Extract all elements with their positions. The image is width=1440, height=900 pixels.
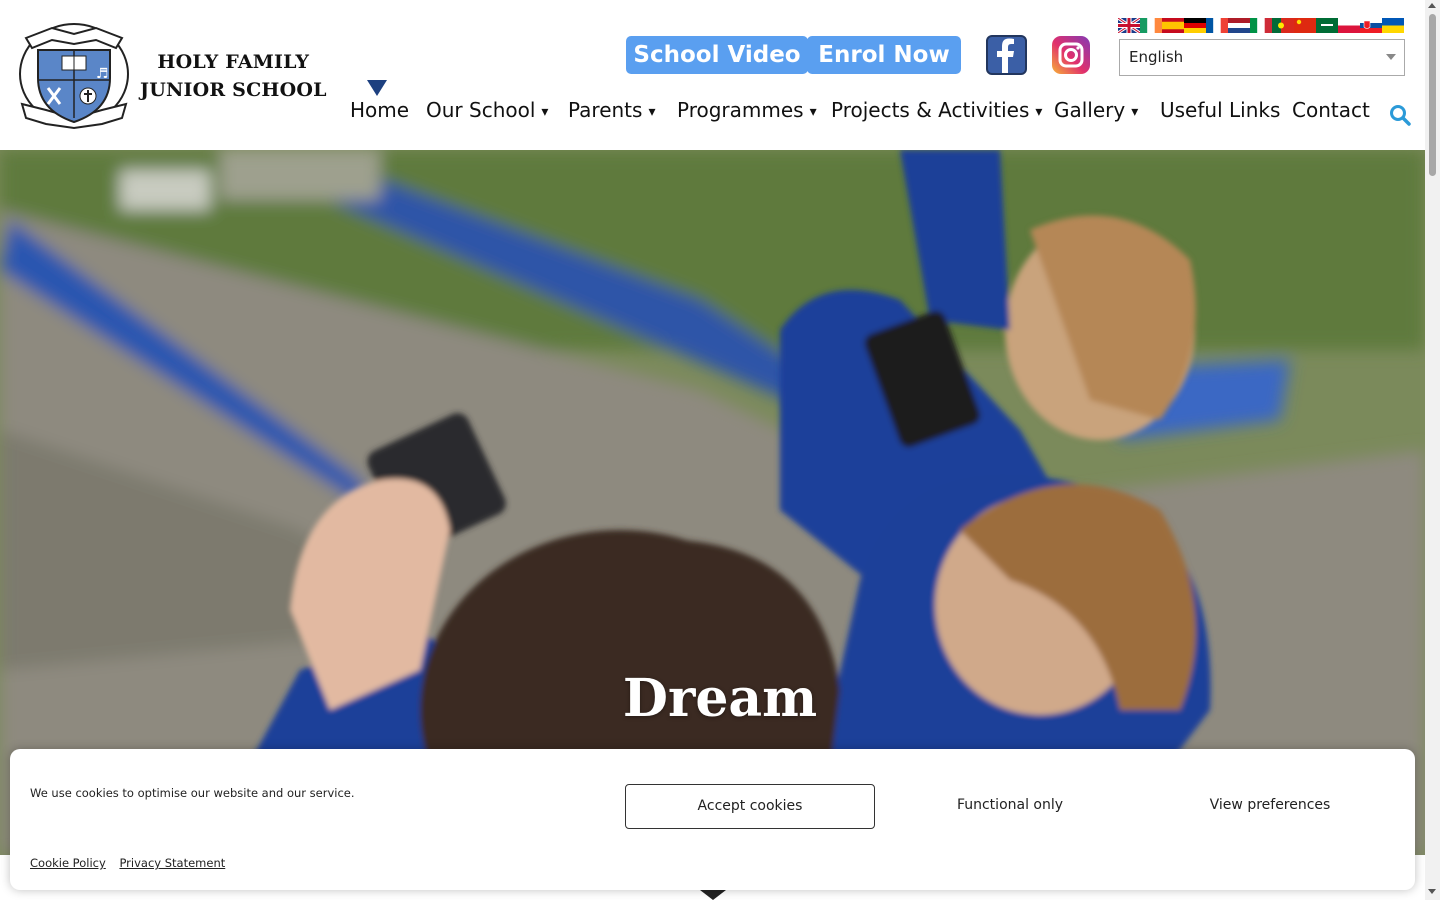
nav-gallery[interactable]: Gallery ▾ bbox=[1054, 98, 1138, 122]
cookie-links: Cookie Policy Privacy Statement bbox=[30, 856, 235, 870]
nav-parents[interactable]: Parents ▾ bbox=[568, 98, 655, 122]
language-select[interactable]: English bbox=[1119, 39, 1405, 76]
functional-only-button[interactable]: Functional only bbox=[885, 784, 1135, 829]
flag-it-icon[interactable] bbox=[1250, 18, 1272, 33]
active-page-marker-icon bbox=[367, 80, 387, 96]
flag-sk-icon[interactable] bbox=[1360, 18, 1382, 33]
scroll-up-arrow-icon[interactable] bbox=[1428, 3, 1436, 8]
school-crest-logo[interactable]: ♬ bbox=[16, 18, 132, 130]
cookie-banner: We use cookies to optimise our website a… bbox=[10, 749, 1415, 890]
facebook-icon[interactable] bbox=[986, 35, 1027, 75]
caret-down-icon: ▾ bbox=[1035, 104, 1043, 120]
flag-pt-icon[interactable] bbox=[1272, 18, 1294, 33]
nav-contact[interactable]: Contact bbox=[1292, 98, 1370, 122]
flag-en-icon[interactable] bbox=[1118, 18, 1140, 33]
flag-ar-icon[interactable] bbox=[1316, 18, 1338, 33]
nav-programmes[interactable]: Programmes ▾ bbox=[677, 98, 817, 122]
flag-de-icon[interactable] bbox=[1184, 18, 1206, 33]
view-preferences-button[interactable]: View preferences bbox=[1145, 784, 1395, 829]
privacy-statement-link[interactable]: Privacy Statement bbox=[119, 856, 225, 870]
caret-down-icon: ▾ bbox=[809, 104, 817, 120]
nav-projects-activities[interactable]: Projects & Activities ▾ bbox=[831, 98, 1042, 122]
instagram-icon[interactable] bbox=[1052, 36, 1090, 74]
school-name-line2: JUNIOR SCHOOL bbox=[140, 79, 327, 101]
nav-parents-label: Parents bbox=[568, 98, 643, 122]
search-icon[interactable] bbox=[1389, 104, 1411, 126]
flag-pl-icon[interactable] bbox=[1338, 18, 1360, 33]
nav-useful-links-label: Useful Links bbox=[1160, 98, 1281, 122]
flag-ua-icon[interactable] bbox=[1382, 18, 1404, 33]
hero-title: Dream bbox=[622, 668, 818, 729]
svg-text:♬: ♬ bbox=[96, 66, 109, 82]
nav-projects-label: Projects & Activities bbox=[831, 98, 1030, 122]
language-flags bbox=[1118, 18, 1404, 33]
nav-our-school-label: Our School bbox=[426, 98, 536, 122]
flag-fr-icon[interactable] bbox=[1206, 18, 1228, 33]
school-name-line1: HOLY FAMILY bbox=[157, 51, 310, 73]
accept-cookies-button[interactable]: Accept cookies bbox=[625, 784, 875, 829]
caret-down-icon: ▾ bbox=[1131, 104, 1139, 120]
nav-gallery-label: Gallery bbox=[1054, 98, 1126, 122]
school-name[interactable]: HOLY FAMILY JUNIOR SCHOOL bbox=[140, 48, 327, 104]
caret-down-icon: ▾ bbox=[541, 104, 549, 120]
scroll-down-arrow-icon[interactable] bbox=[1428, 889, 1436, 894]
flag-cn-icon[interactable] bbox=[1294, 18, 1316, 33]
scrollbar-thumb[interactable] bbox=[1429, 14, 1436, 176]
scroll-down-icon[interactable] bbox=[700, 890, 726, 900]
cookie-policy-link[interactable]: Cookie Policy bbox=[30, 856, 106, 870]
nav-home[interactable]: Home bbox=[350, 98, 409, 122]
school-video-button[interactable]: School Video bbox=[626, 36, 808, 74]
nav-our-school[interactable]: Our School ▾ bbox=[426, 98, 548, 122]
chevron-down-icon bbox=[1386, 54, 1396, 60]
language-selected: English bbox=[1129, 48, 1184, 66]
nav-contact-label: Contact bbox=[1292, 98, 1370, 122]
flag-nl-icon[interactable] bbox=[1228, 18, 1250, 33]
nav-useful-links[interactable]: Useful Links bbox=[1160, 98, 1280, 122]
flag-ie-icon[interactable] bbox=[1140, 18, 1162, 33]
page-scrollbar[interactable] bbox=[1425, 0, 1440, 900]
caret-down-icon: ▾ bbox=[648, 104, 656, 120]
nav-programmes-label: Programmes bbox=[677, 98, 804, 122]
cookie-message: We use cookies to optimise our website a… bbox=[30, 786, 355, 800]
nav-home-label: Home bbox=[350, 98, 410, 122]
site-header: ♬ HOLY FAMILY JUNIOR SCHOOL School Video… bbox=[0, 0, 1425, 150]
flag-es-icon[interactable] bbox=[1162, 18, 1184, 33]
enrol-now-button[interactable]: Enrol Now bbox=[807, 36, 961, 74]
